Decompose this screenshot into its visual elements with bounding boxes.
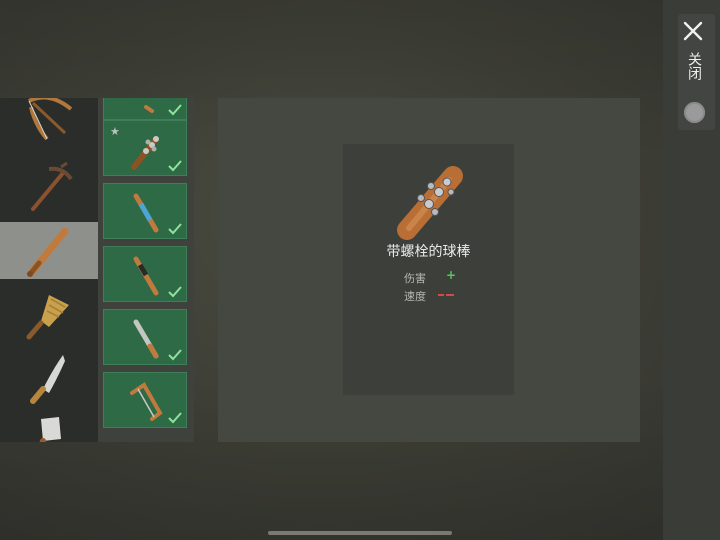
- item-slot-1[interactable]: [103, 98, 187, 120]
- close-icon: [683, 21, 703, 41]
- pickaxe-icon: [31, 161, 73, 211]
- machete-icon: [30, 354, 65, 404]
- home-indicator: [268, 531, 452, 535]
- cleaver-icon: [39, 416, 61, 442]
- item-slot-6[interactable]: [103, 372, 187, 428]
- selection-arrow: [88, 241, 97, 255]
- check-icon: [168, 286, 182, 298]
- category-crossbow[interactable]: [0, 98, 98, 143]
- category-bat[interactable]: [0, 222, 98, 279]
- check-icon: [168, 412, 182, 424]
- metal-bat-icon: [133, 319, 159, 359]
- crossbow-icon: [28, 98, 73, 140]
- item-slot-4[interactable]: [103, 246, 187, 302]
- close-label[interactable]: 关闭: [684, 52, 702, 80]
- speed-indicator-dash-2: [446, 294, 454, 296]
- category-paddle[interactable]: [0, 286, 98, 343]
- item-slot-5[interactable]: [103, 309, 187, 365]
- item-slot-3[interactable]: [103, 183, 187, 239]
- item-list: ★: [98, 98, 194, 442]
- speed-label: 速度: [404, 290, 426, 303]
- spiked-bat-icon: [131, 136, 159, 170]
- item-detail-card: [343, 144, 514, 395]
- check-icon: [168, 223, 182, 235]
- speed-indicator-dash-1: [438, 294, 444, 296]
- category-pickaxe[interactable]: [0, 158, 98, 215]
- bat-partial-icon: [144, 105, 154, 113]
- item-name: 带螺栓的球棒: [386, 244, 471, 260]
- check-icon: [168, 160, 182, 172]
- close-button[interactable]: [680, 18, 706, 44]
- check-icon: [168, 104, 182, 116]
- item-slot-2[interactable]: ★: [103, 120, 187, 176]
- blue-wrapped-bat-icon: [133, 193, 159, 233]
- grip-bat-icon: [133, 256, 159, 296]
- category-cleaver[interactable]: [0, 410, 98, 442]
- saw-bat-icon: [130, 382, 163, 421]
- star-icon: ★: [110, 125, 120, 138]
- toggle-button[interactable]: [684, 102, 705, 123]
- baseball-bat-icon: [27, 227, 69, 277]
- category-list: [0, 98, 98, 442]
- bolted-bat-icon: [397, 166, 463, 240]
- damage-indicator: +: [446, 268, 457, 282]
- paddle-icon: [26, 294, 69, 339]
- check-icon: [168, 349, 182, 361]
- category-machete[interactable]: [0, 348, 98, 405]
- damage-label: 伤害: [404, 272, 426, 285]
